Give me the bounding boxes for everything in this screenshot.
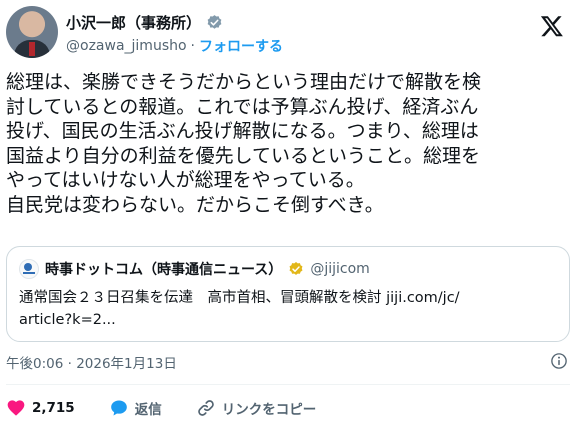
heart-icon: [7, 400, 25, 416]
author-display-name[interactable]: 小沢一郎（事務所）: [66, 12, 201, 33]
copy-link-button[interactable]: リンクをコピー: [196, 398, 317, 418]
tweet-line: やってはいけない人が総理をやっている。: [6, 169, 365, 191]
author-handle-row: @ozawa_jimusho · フォローする: [66, 36, 283, 56]
tweet-line: 国益より自分の利益を優先しているということ。総理を: [6, 144, 481, 167]
tweet-line: 自民党は変わらない。だからこそ倒すべき。: [6, 193, 384, 216]
quoted-tweet-card[interactable]: 時事ドットコム（時事通信ニュース） @jijicom 通常国会２３日召集を伝達 …: [6, 246, 570, 342]
divider: [6, 384, 570, 385]
author-handle[interactable]: @ozawa_jimusho: [66, 38, 187, 54]
avatar-tie: [29, 42, 35, 56]
like-count: 2,715: [32, 400, 75, 416]
copy-link-label: リンクをコピー: [221, 402, 317, 418]
x-logo-icon[interactable]: [540, 14, 564, 38]
tweet-header: 小沢一郎（事務所） @ozawa_jimusho · フォローする: [6, 6, 570, 62]
reply-button[interactable]: 返信: [109, 398, 162, 418]
quoted-tweet-header: 時事ドットコム（時事通信ニュース） @jijicom: [19, 259, 370, 279]
quoted-author-handle: @jijicom: [310, 261, 370, 277]
quoted-author-avatar: [19, 259, 39, 279]
tweet-line: 投げ、国民の生活ぶん投げ解散になる。つまり、総理は: [6, 120, 479, 142]
author-name-row: 小沢一郎（事務所）: [66, 12, 223, 33]
link-icon: [197, 400, 214, 416]
separator-dot: ·: [190, 38, 195, 54]
tweet-text: 総理は、楽勝できそうだからという理由だけで解散を検 討しているとの報道。これでは…: [6, 70, 572, 217]
quoted-text-line: article?k=2...: [19, 312, 116, 328]
action-bar: 2,715 返信 リンクをコピー: [6, 398, 350, 418]
quoted-avatar-mark: [24, 263, 32, 271]
gold-verified-badge-icon: [289, 262, 303, 275]
quoted-tweet-text: 通常国会２３日召集を伝達 高市首相、冒頭解散を検討 jiji.com/jc/ a…: [19, 287, 557, 331]
tweet-line: 総理は、楽勝できそうだからという理由だけで解散を検: [6, 71, 482, 93]
tweet-line: 討しているとの報道。これでは予算ぶん投げ、経済ぶん: [6, 95, 479, 118]
reply-bubble-icon: [110, 400, 127, 416]
quoted-text-line: 通常国会２３日召集を伝達 高市首相、冒頭解散を検討 jiji.com/jc/: [19, 290, 460, 306]
follow-button[interactable]: フォローする: [199, 36, 283, 56]
author-avatar[interactable]: [6, 6, 58, 58]
like-button[interactable]: 2,715: [6, 398, 75, 418]
quoted-avatar-bar: [23, 272, 35, 274]
reply-label: 返信: [134, 402, 162, 418]
info-icon[interactable]: [550, 352, 568, 370]
quoted-author-name: 時事ドットコム（時事通信ニュース）: [45, 262, 283, 278]
verified-badge-icon: [207, 15, 222, 29]
tweet-timestamp[interactable]: 午後0:06 · 2026年1月13日: [6, 352, 177, 372]
